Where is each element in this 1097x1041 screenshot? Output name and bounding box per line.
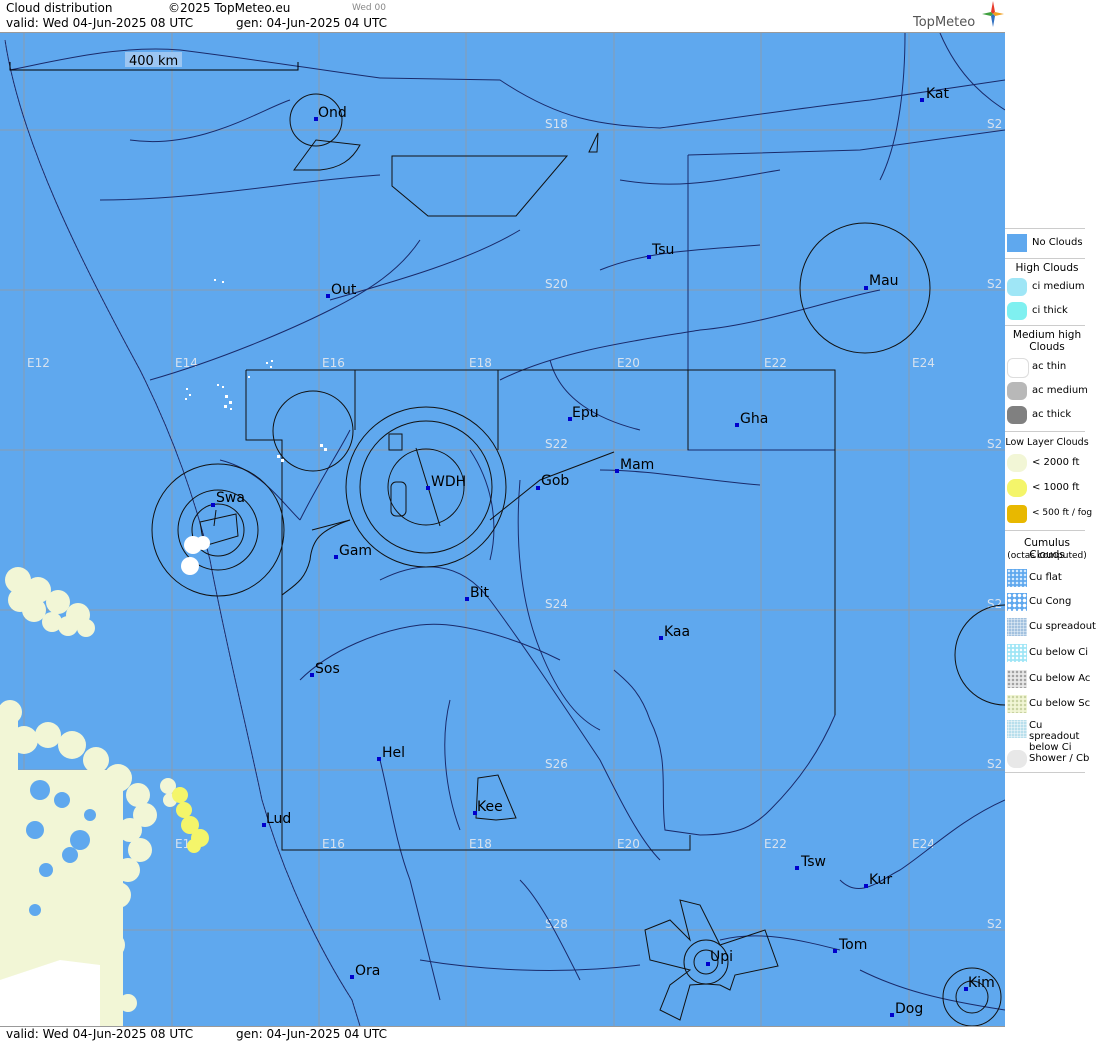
legend-cu-below-ac: Cu below Ac [1005,668,1090,690]
lat-label: S2 [987,597,1002,611]
city-label[interactable]: Gob [541,473,569,489]
lat-label: S20 [545,277,568,291]
legend-ac-thin: ac thin [1005,356,1089,378]
lat-label: S2 [987,757,1002,771]
city-label[interactable]: WDH [431,474,466,490]
city-label[interactable]: Ond [318,105,347,121]
lat-label: S2 [987,117,1002,131]
city-label[interactable]: Tom [838,937,867,953]
city-label[interactable]: Epu [572,405,599,421]
legend-medium-header: Medium high Clouds [1012,329,1082,353]
lon-label: E14 [175,356,198,370]
run-label: Wed 00 [352,3,386,13]
city-label[interactable]: Mau [869,273,899,289]
map-footer: valid: Wed 04-Jun-2025 08 UTC gen: 04-Ju… [0,1026,1005,1041]
lon-label: E16 [322,837,345,851]
lon-label: E18 [469,356,492,370]
lon-label: E24 [912,837,935,851]
city-label[interactable]: Out [331,282,357,298]
legend-low-2000: < 2000 ft [1005,452,1089,474]
lat-label: S2 [987,277,1002,291]
legend-ac-thick: ac thick [1005,404,1089,426]
legend-low-1000: < 1000 ft [1005,477,1089,499]
legend-panel: No Clouds High Clouds ci medium ci thick… [1005,0,1097,1040]
legend-cu-cong: Cu Cong [1005,591,1089,613]
legend-cu-below-sc: Cu below Sc [1005,693,1090,715]
map-header: Cloud distribution ©2025 TopMeteo.eu Wed… [0,0,1005,33]
city-label[interactable]: Tsu [651,242,674,258]
legend-cu-flat: Cu flat [1005,567,1089,589]
city-label[interactable]: Upi [710,949,733,965]
lon-label: E22 [764,356,787,370]
footer-gen-time: gen: 04-Jun-2025 04 UTC [236,1027,388,1041]
legend-ac-medium: ac medium [1005,380,1089,402]
city-label[interactable]: Kaa [664,624,690,640]
lon-label: E12 [27,356,50,370]
lat-label: S22 [545,437,568,451]
lon-label: E22 [764,837,787,851]
legend-cu-spreadout-below-ci: Cu spreadout below Ci [1005,718,1089,753]
valid-time: valid: Wed 04-Jun-2025 08 UTC [6,16,194,30]
city-label[interactable]: Kat [926,86,950,102]
footer-valid-time: valid: Wed 04-Jun-2025 08 UTC [6,1027,194,1041]
city-label[interactable]: Bit [470,585,489,601]
lon-label: E20 [617,837,640,851]
compass-icon [982,1,1004,27]
city-label[interactable]: Dog [895,1001,923,1017]
lon-label: E16 [322,356,345,370]
city-label[interactable]: Ora [355,963,380,979]
city-label[interactable]: Tsw [800,854,826,870]
brand-logo-text: TopMeteo [913,15,976,30]
lat-label: S26 [545,757,568,771]
city-label[interactable]: Mam [620,457,654,473]
gen-time: gen: 04-Jun-2025 04 UTC [236,16,388,30]
legend-cu-spreadout: Cu spreadout [1005,616,1096,638]
copyright-text: ©2025 TopMeteo.eu [168,1,291,15]
legend-low-500: < 500 ft / fog [1005,503,1092,525]
lat-label: S18 [545,117,568,131]
lat-label: S2 [987,437,1002,451]
scale-label: 400 km [129,54,178,69]
legend-cu-below-ci: Cu below Ci [1005,642,1089,664]
legend-ci-medium: ci medium [1005,276,1089,298]
city-label[interactable]: Kim [968,975,995,991]
legend-cumulus-sub: (octas computed) [1007,551,1087,561]
legend-no-clouds: No Clouds [1005,232,1089,254]
legend-high-header: High Clouds [1015,262,1079,274]
lat-label: S24 [545,597,568,611]
cloud-map[interactable]: E12 E14 E16 E18 E20 E22 E24 E12 E14 E16 … [0,33,1005,1026]
lat-label: S2 [987,917,1002,931]
map-title: Cloud distribution [6,1,113,15]
city-label[interactable]: Gam [339,543,372,559]
city-label[interactable]: Kee [477,799,503,815]
lon-label: E18 [469,837,492,851]
city-label[interactable]: Sos [315,661,340,677]
legend-shower-cb: Shower / Cb [1005,748,1089,770]
city-label[interactable]: Kur [869,872,892,888]
lon-label: E20 [617,356,640,370]
city-label[interactable]: Gha [740,411,768,427]
city-label[interactable]: Lud [266,811,291,827]
legend-low-header: Low Layer Clouds [1005,437,1089,448]
lon-label: E24 [912,356,935,370]
city-label[interactable]: Hel [382,745,405,761]
legend-ci-thick: ci thick [1005,300,1089,322]
city-label[interactable]: Swa [216,490,245,506]
